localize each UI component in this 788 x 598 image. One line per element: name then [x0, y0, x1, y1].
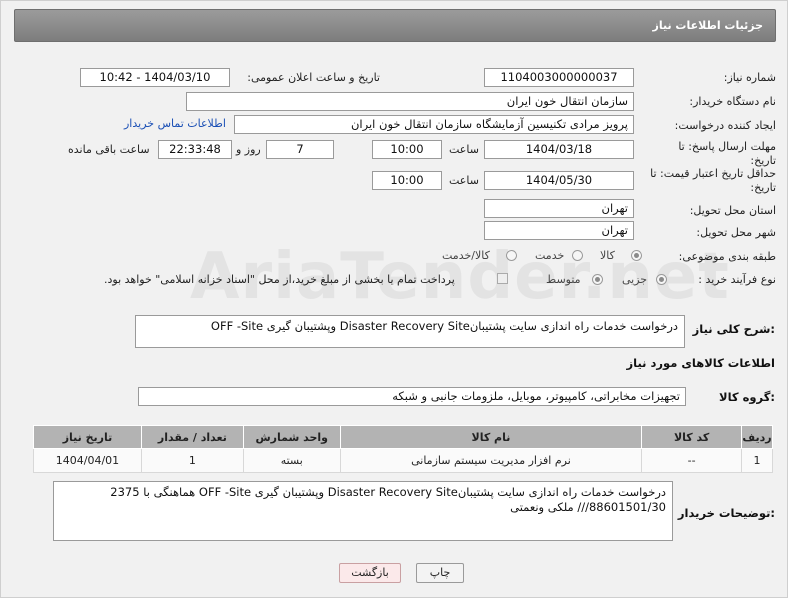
need-number-label: شماره نیاز: [723, 71, 776, 84]
col-row-number: ردیف [741, 425, 773, 449]
price-validity-time[interactable]: 10:00 [372, 171, 442, 190]
table-row[interactable]: 1 -- نرم افزار مدیریت سیستم سازمانی بسته… [33, 448, 773, 473]
cell-quantity: 1 [140, 448, 244, 473]
cell-row-number: 1 [741, 448, 773, 473]
buyer-org-field[interactable]: سازمان انتقال خون ایران [186, 92, 634, 111]
process-option-medium: متوسط [546, 273, 581, 286]
page-title: جزئیات اطلاعات نیاز [652, 19, 764, 32]
requester-label: ایجاد کننده درخواست: [674, 119, 776, 132]
description-label: شرح کلی نیاز: [692, 322, 775, 336]
col-quantity: تعداد / مقدار [140, 425, 244, 449]
col-goods-code: کد کالا [641, 425, 743, 449]
remaining-time-label: ساعت باقی مانده [68, 143, 150, 156]
header-bar: جزئیات اطلاعات نیاز [14, 9, 776, 42]
reply-deadline-date[interactable]: 1404/03/18 [484, 140, 634, 159]
reply-deadline-time-label: ساعت [449, 143, 479, 156]
delivery-province-field[interactable]: تهران [484, 199, 634, 218]
treasury-payment-note: پرداخت تمام یا بخشی از مبلغ خرید،از محل … [104, 273, 455, 286]
goods-group-label: گروه کالا: [719, 390, 775, 404]
col-unit: واحد شمارش [242, 425, 341, 449]
buyer-contact-link[interactable]: اطلاعات تماس خریدار [124, 117, 226, 130]
announce-datetime-label: تاریخ و ساعت اعلان عمومی: [247, 71, 380, 84]
process-type-label: نوع فرآیند خرید : [698, 273, 776, 286]
process-radio-medium[interactable] [592, 274, 603, 285]
delivery-city-label: شهر محل تحویل: [696, 226, 776, 239]
cell-goods-name: نرم افزار مدیریت سیستم سازمانی [339, 448, 643, 473]
delivery-province-label: استان محل تحویل: [689, 204, 776, 217]
remaining-time-field[interactable]: 22:33:48 [158, 140, 232, 159]
process-radio-minor[interactable] [656, 274, 667, 285]
reply-days-label: روز و [236, 143, 261, 156]
cell-unit: بسته [242, 448, 341, 473]
cell-need-date: 1404/04/01 [33, 448, 142, 473]
requester-field[interactable]: پرویز مرادی تکنیسین آزمایشگاه سازمان انت… [234, 115, 634, 134]
goods-info-title: اطلاعات کالاهای مورد نیاز [626, 356, 775, 370]
category-radio-service[interactable] [572, 250, 583, 261]
buyer-notes-field[interactable]: درخواست خدمات راه اندازی سایت پشتیبانDis… [53, 481, 673, 541]
description-field[interactable]: درخواست خدمات راه اندازی سایت پشتیبانDis… [135, 315, 685, 348]
cell-goods-code: -- [641, 448, 743, 473]
goods-group-field[interactable]: تجهیزات مخابراتی، کامپیوتر، موبایل، ملزو… [138, 387, 686, 406]
treasury-payment-checkbox[interactable] [497, 273, 508, 284]
buyer-notes-line-2: 88601501/30/// ملکی ونعمتی [510, 500, 666, 514]
category-radio-goods[interactable] [631, 250, 642, 261]
buyer-notes-line-1: درخواست خدمات راه اندازی سایت پشتیبانDis… [110, 485, 666, 499]
category-label: طبقه بندی موضوعی: [678, 250, 776, 263]
buyer-notes-label: توضیحات خریدار: [677, 506, 775, 520]
process-option-minor: جزیی [622, 273, 648, 286]
items-table: ردیف کد کالا نام کالا واحد شمارش تعداد /… [33, 425, 773, 473]
category-radio-goods-service[interactable] [506, 250, 517, 261]
reply-deadline-time[interactable]: 10:00 [372, 140, 442, 159]
price-validity-date[interactable]: 1404/05/30 [484, 171, 634, 190]
print-button[interactable]: چاپ [416, 563, 464, 583]
delivery-city-field[interactable]: تهران [484, 221, 634, 240]
buyer-org-label: نام دستگاه خریدار: [689, 95, 776, 108]
category-option-goods-service: کالا/خدمت [442, 249, 490, 262]
need-number-field[interactable]: 1104003000000037 [484, 68, 634, 87]
price-validity-time-label: ساعت [449, 174, 479, 187]
category-option-service: خدمت [535, 249, 565, 262]
price-validity-label: حداقل تاریخ اعتبار قیمت: تا تاریخ: [650, 167, 776, 194]
reply-deadline-label: مهلت ارسال پاسخ: تا تاریخ: [678, 140, 776, 167]
reply-days-field[interactable]: 7 [266, 140, 334, 159]
category-option-goods: کالا [600, 249, 615, 262]
col-goods-name: نام کالا [339, 425, 643, 449]
table-header-row: ردیف کد کالا نام کالا واحد شمارش تعداد /… [33, 425, 773, 449]
back-button[interactable]: بازگشت [339, 563, 401, 583]
col-need-date: تاریخ نیاز [33, 425, 142, 449]
announce-datetime-field[interactable]: 1404/03/10 - 10:42 [80, 68, 230, 87]
